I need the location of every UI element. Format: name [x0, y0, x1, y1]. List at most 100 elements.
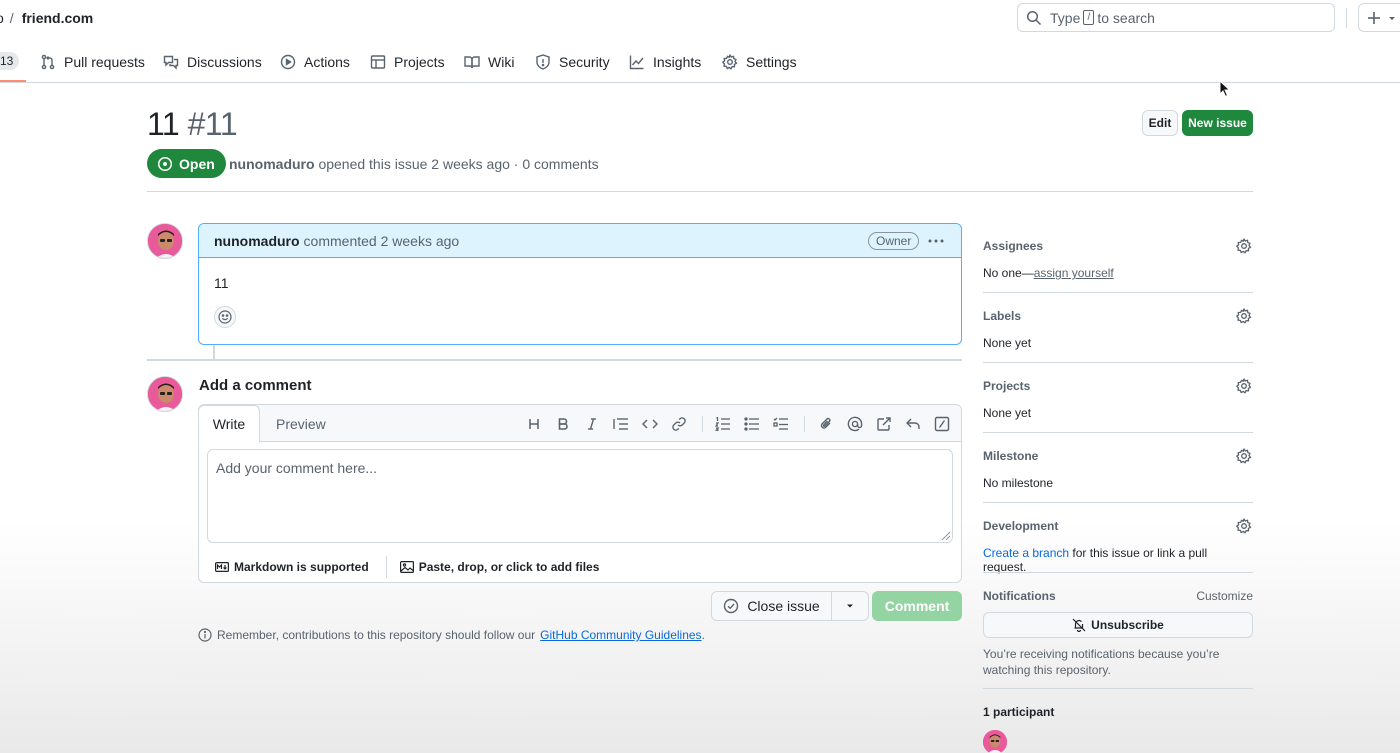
issue-title: 11 #11 — [147, 106, 238, 143]
edit-button[interactable]: Edit — [1142, 110, 1178, 136]
comment-body: 11 — [214, 275, 229, 291]
tab-security[interactable]: Security — [535, 52, 610, 72]
tab-label: Pull requests — [64, 54, 145, 70]
search-input[interactable]: Type / to search — [1017, 3, 1335, 32]
tab-discussions[interactable]: Discussions — [163, 52, 262, 72]
comment-editor: Write Preview Add your comment here... M… — [198, 404, 962, 583]
tab-preview[interactable]: Preview — [276, 405, 326, 442]
status-label: Open — [179, 155, 215, 172]
quote-icon[interactable] — [612, 415, 630, 433]
unordered-list-icon[interactable] — [743, 415, 761, 433]
customize-link[interactable]: Customize — [1196, 589, 1253, 603]
gear-icon[interactable] — [1236, 448, 1252, 464]
attach-files-button[interactable]: Paste, drop, or click to add files — [399, 559, 600, 574]
mention-icon[interactable] — [846, 415, 864, 433]
tab-projects[interactable]: Projects — [370, 52, 445, 72]
issue-number: #11 — [187, 106, 238, 142]
avatar[interactable] — [147, 376, 183, 412]
avatar-portrait-icon — [148, 377, 182, 411]
editor-footer: Markdown is supported Paste, drop, or cl… — [199, 550, 961, 583]
assign-yourself-link[interactable]: assign yourself — [1034, 266, 1114, 280]
tab-settings[interactable]: Settings — [722, 52, 797, 72]
tab-label: Wiki — [488, 54, 515, 70]
sidebar-assignees: Assignees No one—assign yourself — [983, 238, 1253, 280]
breadcrumb-owner[interactable]: o — [0, 10, 4, 26]
sidebar-heading: Assignees — [983, 239, 1044, 253]
tab-actions[interactable]: Actions — [280, 52, 350, 72]
breadcrumb-repo[interactable]: friend.com — [22, 10, 94, 26]
italic-icon[interactable] — [583, 415, 601, 433]
discussions-icon — [163, 54, 179, 70]
new-issue-button[interactable]: New issue — [1182, 110, 1253, 136]
create-branch-link[interactable]: Create a branch — [983, 546, 1069, 560]
issue-meta-text: opened this issue 2 weeks ago · 0 commen… — [318, 156, 599, 172]
community-guidelines-link[interactable]: GitHub Community Guidelines — [540, 628, 701, 642]
close-issue-button[interactable]: Close issue — [712, 592, 832, 620]
close-issue-label: Close issue — [747, 598, 820, 614]
gear-icon[interactable] — [1236, 518, 1252, 534]
avatar[interactable] — [983, 730, 1007, 753]
search-suffix: to search — [1097, 9, 1155, 26]
guidelines-note: Remember, contributions to this reposito… — [198, 628, 705, 642]
markdown-supported-link[interactable]: Markdown is supported — [215, 560, 369, 574]
sidebar-divider — [983, 572, 1253, 573]
unsubscribe-button[interactable]: Unsubscribe — [983, 612, 1253, 638]
gear-icon[interactable] — [1236, 308, 1252, 324]
ordered-list-icon[interactable] — [714, 415, 732, 433]
breadcrumb-separator: / — [9, 10, 14, 26]
header-divider-line — [147, 191, 1253, 192]
sidebar-divider — [983, 688, 1253, 689]
create-new-button[interactable] — [1358, 3, 1400, 32]
resize-handle-icon[interactable] — [940, 530, 950, 540]
guidelines-period: . — [701, 628, 705, 642]
slash-commands-icon[interactable] — [933, 415, 951, 433]
smiley-icon — [218, 310, 232, 324]
close-issue-button-group: Close issue — [711, 591, 869, 621]
image-icon — [399, 560, 414, 573]
footer-divider — [385, 555, 387, 578]
gear-icon[interactable] — [1236, 238, 1252, 254]
kebab-menu-icon[interactable] — [926, 233, 946, 249]
tab-pull-requests[interactable]: Pull requests — [40, 52, 145, 72]
issue-author-link[interactable]: nunomaduro — [229, 156, 315, 172]
unsubscribe-label: Unsubscribe — [1091, 618, 1164, 632]
issue-title-text: 11 — [147, 106, 180, 142]
actions-play-icon — [280, 54, 296, 70]
book-icon — [464, 54, 480, 70]
comment-textarea[interactable]: Add your comment here... — [207, 449, 953, 543]
sidebar-value: Create a branch for this issue or link a… — [983, 546, 1253, 574]
mouse-cursor-icon — [1219, 80, 1231, 98]
markdown-note: Markdown is supported — [234, 559, 369, 574]
attach-note: Paste, drop, or click to add files — [418, 559, 600, 574]
owner-badge: Owner — [868, 232, 920, 250]
task-list-icon[interactable] — [772, 415, 790, 433]
cross-reference-icon[interactable] — [875, 415, 893, 433]
tab-insights[interactable]: Insights — [629, 52, 701, 72]
close-issue-dropdown[interactable] — [832, 592, 868, 620]
comment-author-link[interactable]: nunomaduro — [214, 233, 300, 249]
avatar-portrait-icon — [148, 224, 182, 258]
avatar[interactable] — [147, 223, 183, 259]
status-badge: Open — [147, 149, 226, 178]
tab-issues-count[interactable]: 13 — [0, 52, 20, 70]
active-tab-underline — [0, 80, 26, 82]
bold-icon[interactable] — [554, 415, 572, 433]
tab-wiki[interactable]: Wiki — [464, 52, 514, 72]
comment-timestamp[interactable]: commented 2 weeks ago — [304, 233, 460, 249]
code-icon[interactable] — [641, 415, 659, 433]
search-prefix: Type — [1050, 9, 1081, 26]
sidebar-notifications: Notifications Customize Unsubscribe You’… — [983, 589, 1253, 678]
timeline-connector — [213, 345, 215, 359]
heading-icon[interactable] — [525, 415, 543, 433]
projects-table-icon — [370, 54, 386, 70]
reply-icon[interactable] — [904, 415, 922, 433]
comment-submit-button[interactable]: Comment — [872, 591, 962, 621]
add-reaction-button[interactable] — [214, 306, 236, 328]
sidebar-heading: Milestone — [983, 449, 1039, 463]
toolbar-divider — [804, 416, 805, 432]
tab-write[interactable]: Write — [198, 405, 260, 443]
shield-icon — [535, 54, 551, 70]
gear-icon[interactable] — [1236, 378, 1252, 394]
paperclip-icon[interactable] — [817, 415, 835, 433]
link-icon[interactable] — [670, 415, 688, 433]
